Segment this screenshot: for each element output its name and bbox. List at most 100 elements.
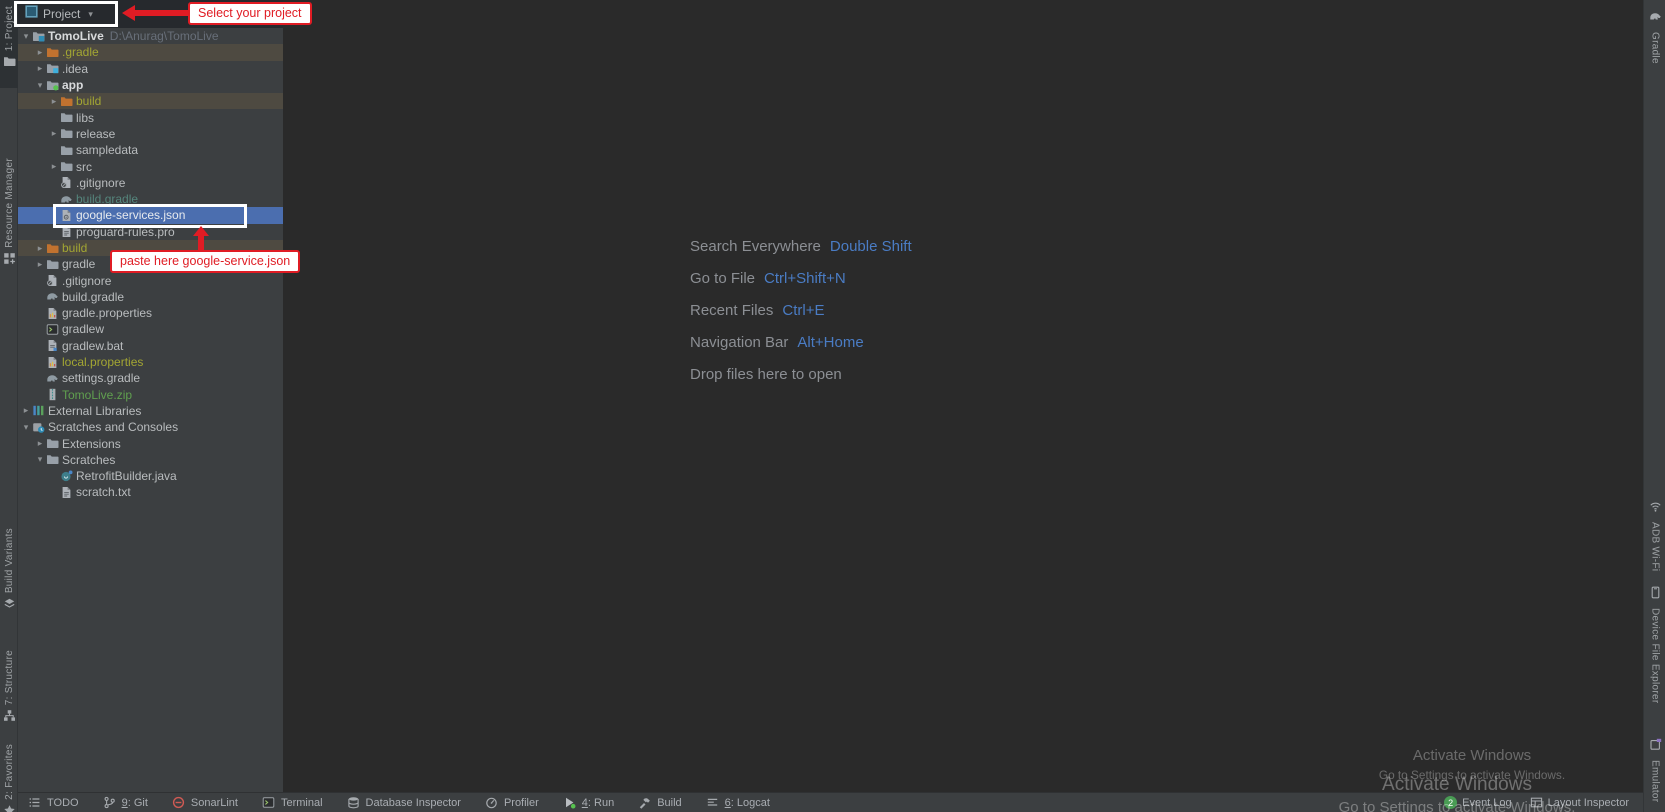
file-terminal-icon xyxy=(262,796,276,809)
chevron-right-icon[interactable]: ▸ xyxy=(20,405,32,416)
status-profiler-button[interactable]: Profiler xyxy=(485,796,539,809)
tree-item-src[interactable]: ▸src xyxy=(18,158,283,174)
editor-area: Search EverywhereDouble ShiftGo to FileC… xyxy=(283,0,1643,792)
status-9-git-button[interactable]: 9: Git xyxy=(103,796,148,809)
tree-item-label: proguard-rules.pro xyxy=(76,225,175,239)
folder-icon xyxy=(60,111,74,124)
chevron-down-icon[interactable]: ▾ xyxy=(34,454,46,465)
tree-item-label: app xyxy=(62,78,83,92)
tree-item-build-gradle[interactable]: build.gradle xyxy=(18,191,283,207)
tree-item-label: sampledata xyxy=(76,143,138,157)
file-java-icon xyxy=(60,470,74,483)
tree-item-retrofitbuilder-java[interactable]: RetrofitBuilder.java xyxy=(18,468,283,484)
tree-item-libs[interactable]: libs xyxy=(18,109,283,125)
tool-tab-structure[interactable]: 7: Structure xyxy=(0,644,18,736)
status-database-inspector-button[interactable]: Database Inspector xyxy=(347,796,461,809)
project-view-selector[interactable]: Project ▾ xyxy=(25,5,93,23)
layout-inspector-label: Layout Inspector xyxy=(1548,797,1629,809)
tree-item-scratches-and-consoles[interactable]: ▾Scratches and Consoles xyxy=(18,419,283,435)
tree-item-gradle-properties[interactable]: gradle.properties xyxy=(18,305,283,321)
tool-tab-build-variants[interactable]: Build Variants xyxy=(0,522,18,626)
tree-item-label: RetrofitBuilder.java xyxy=(76,469,177,483)
tree-item-label: build xyxy=(76,94,101,108)
tool-tab-adb-wifi-label: ADB Wi-Fi xyxy=(1650,522,1661,571)
tree-item-label: gradlew.bat xyxy=(62,339,123,353)
file-properties-icon xyxy=(46,307,60,320)
tree-item-label: .idea xyxy=(62,62,88,76)
chevron-right-icon[interactable]: ▸ xyxy=(34,243,46,254)
tree-item-tomolive-zip[interactable]: TomoLive.zip xyxy=(18,387,283,403)
shortcut-action: Navigation Bar xyxy=(690,334,788,351)
tree-item-label: gradlew xyxy=(62,322,104,336)
tree-item-local-properties[interactable]: local.properties xyxy=(18,354,283,370)
chevron-down-icon[interactable]: ▾ xyxy=(34,80,46,91)
tree-item-release[interactable]: ▸release xyxy=(18,126,283,142)
tree-item-extensions[interactable]: ▸Extensions xyxy=(18,435,283,451)
tree-item-sampledata[interactable]: sampledata xyxy=(18,142,283,158)
file-git-icon xyxy=(46,274,60,287)
status-4-run-button[interactable]: 4: Run xyxy=(563,796,614,809)
status-sonarlint-button[interactable]: SonarLint xyxy=(172,796,238,809)
tree-item-label: build.gradle xyxy=(76,192,138,206)
chevron-right-icon[interactable]: ▸ xyxy=(34,259,46,270)
event-log-button[interactable]: 2 Event Log xyxy=(1444,796,1512,809)
tree-item-label: scratch.txt xyxy=(76,485,131,499)
scratches-icon xyxy=(32,421,46,434)
tree-item-proguard-rules-pro[interactable]: proguard-rules.pro xyxy=(18,224,283,240)
tool-tab-gradle[interactable]: Gradle xyxy=(1644,4,1665,74)
tree-item-gitignore[interactable]: .gitignore xyxy=(18,175,283,191)
chevron-right-icon[interactable]: ▸ xyxy=(48,161,60,172)
status-bar-left: TODO 9: Git SonarLint Terminal Database Insp… xyxy=(18,796,770,809)
project-folder-icon xyxy=(3,55,16,73)
chevron-down-icon[interactable]: ▾ xyxy=(20,422,32,433)
status-6-logcat-button[interactable]: 6: Logcat xyxy=(706,796,770,809)
tool-tab-favorites[interactable]: 2: Favorites xyxy=(0,738,18,812)
tree-item-scratch-txt[interactable]: scratch.txt xyxy=(18,484,283,500)
tree-item-app[interactable]: ▾ app xyxy=(18,77,283,93)
tool-tab-device-file-explorer[interactable]: Device File Explorer xyxy=(1644,580,1665,714)
left-tool-strip: 1: Project Resource Manager Build Varian… xyxy=(0,0,18,812)
tree-item-label: libs xyxy=(76,111,94,125)
tree-item-label: build.gradle xyxy=(62,290,124,304)
tree-item-gradlew-bat[interactable]: gradlew.bat xyxy=(18,338,283,354)
status-terminal-button[interactable]: Terminal xyxy=(262,796,323,809)
tool-tab-emulator[interactable]: Emulator xyxy=(1644,732,1665,812)
tree-item-google-services-json[interactable]: google-services.json xyxy=(18,207,283,223)
layout-inspector-button[interactable]: Layout Inspector xyxy=(1530,796,1629,809)
run-play-icon xyxy=(563,796,577,809)
chevron-right-icon[interactable]: ▸ xyxy=(34,63,46,74)
folder-icon xyxy=(60,144,74,157)
chevron-right-icon[interactable]: ▸ xyxy=(48,96,60,107)
project-view-selector-label: Project xyxy=(43,7,80,21)
status-todo-button[interactable]: TODO xyxy=(28,796,79,809)
build-hammer-icon xyxy=(638,796,652,809)
tree-item-label: TomoLive.zip xyxy=(62,388,132,402)
tree-item-gitignore[interactable]: .gitignore xyxy=(18,272,283,288)
tool-tab-resource-manager-label: Resource Manager xyxy=(4,158,15,248)
tree-item-tomolive[interactable]: ▾TomoLiveD:\Anurag\TomoLive xyxy=(18,28,283,44)
shortcut-keys: Double Shift xyxy=(830,238,912,255)
file-git-icon xyxy=(60,176,74,189)
chevron-right-icon[interactable]: ▸ xyxy=(34,47,46,58)
logcat-lines-icon xyxy=(706,796,720,809)
favorites-star-icon xyxy=(3,804,16,812)
status-build-button[interactable]: Build xyxy=(638,796,681,809)
tree-item-gradlew[interactable]: gradlew xyxy=(18,321,283,337)
tree-item-gradle[interactable]: ▸.gradle xyxy=(18,44,283,60)
tree-item-idea[interactable]: ▸ .idea xyxy=(18,61,283,77)
tool-tab-adb-wifi[interactable]: ADB Wi-Fi xyxy=(1644,494,1665,572)
resource-manager-icon xyxy=(3,252,16,270)
event-log-label: Event Log xyxy=(1462,797,1512,809)
tree-item-build[interactable]: ▸ build xyxy=(18,93,283,109)
shortcut-row-search-everywhere: Search EverywhereDouble Shift xyxy=(690,238,912,259)
chevron-down-icon[interactable]: ▾ xyxy=(20,31,32,42)
tree-item-settings-gradle[interactable]: settings.gradle xyxy=(18,370,283,386)
chevron-right-icon[interactable]: ▸ xyxy=(34,438,46,449)
tree-item-external-libraries[interactable]: ▸External Libraries xyxy=(18,403,283,419)
tool-tab-resource-manager[interactable]: Resource Manager xyxy=(0,152,18,292)
tree-item-build-gradle[interactable]: build.gradle xyxy=(18,289,283,305)
chevron-right-icon[interactable]: ▸ xyxy=(48,128,60,139)
tree-item-scratches[interactable]: ▾Scratches xyxy=(18,452,283,468)
tool-tab-project[interactable]: 1: Project xyxy=(0,0,18,88)
tree-item-label: .gitignore xyxy=(62,274,111,288)
